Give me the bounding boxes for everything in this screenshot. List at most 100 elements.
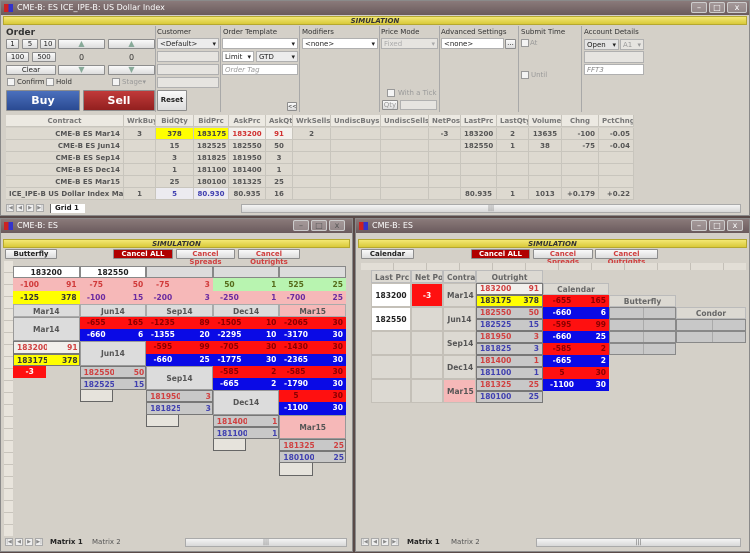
contract-row-label[interactable]: Mar14 xyxy=(13,317,80,342)
qty-1-button[interactable]: 1 xyxy=(6,39,19,49)
outright-bid-cell[interactable]: 181100 1 xyxy=(476,367,543,379)
tab-matrix-2[interactable]: Matrix 2 xyxy=(451,538,480,547)
calendar-ask-cell[interactable]: 5 30 xyxy=(543,367,609,379)
prev-tab-icon[interactable]: ◀ xyxy=(16,204,24,212)
column-header[interactable]: Outright xyxy=(476,270,543,283)
contract-cell[interactable]: CME-B ES Jun14 xyxy=(6,140,124,152)
reset-button[interactable]: Reset xyxy=(157,90,187,111)
order-type-dropdown[interactable]: Limit xyxy=(222,51,254,62)
butterfly-cell[interactable] xyxy=(609,331,676,343)
account-state-dropdown[interactable]: Open xyxy=(584,39,619,50)
column-header[interactable]: BidQty xyxy=(156,115,194,127)
order-template-dropdown[interactable] xyxy=(222,38,298,49)
order-entry-box[interactable] xyxy=(79,390,113,403)
column-header[interactable]: Volume xyxy=(529,115,562,127)
tab-matrix-1[interactable]: Matrix 1 xyxy=(50,538,83,547)
first-tab-icon[interactable]: |◀ xyxy=(5,538,13,546)
grid-horizontal-scrollbar[interactable]: ||| xyxy=(241,204,741,213)
contract-cell[interactable]: CME-B ES Mar15 xyxy=(6,176,124,188)
tab-matrix-2[interactable]: Matrix 2 xyxy=(92,538,121,547)
outright-bid-cell[interactable]: 181825 3 xyxy=(476,343,543,355)
calendar-ask-cell[interactable]: -655 165 xyxy=(543,295,609,307)
maximize-icon[interactable]: □ xyxy=(709,2,725,13)
first-tab-icon[interactable]: |◀ xyxy=(361,538,369,546)
condor-cell[interactable] xyxy=(676,319,746,331)
prev-tab-icon[interactable]: ◀ xyxy=(15,538,23,546)
qty-10-button[interactable]: 10 xyxy=(40,39,56,49)
contract-column-header[interactable]: Mar14 xyxy=(13,304,80,317)
stage-dropdown[interactable]: Stage xyxy=(122,78,148,86)
column-header[interactable]: WrkSells xyxy=(293,115,331,127)
butterfly-cell[interactable] xyxy=(609,307,676,319)
contract-cell[interactable]: CME-B ES Mar14 xyxy=(6,128,124,140)
last-tab-icon[interactable]: ▶| xyxy=(35,538,43,546)
minimize-icon[interactable]: – xyxy=(691,2,707,13)
sell-button[interactable]: Sell xyxy=(83,90,155,111)
column-header[interactable]: Chng xyxy=(562,115,599,127)
price-spinner-value[interactable]: 0 xyxy=(79,53,84,62)
outright-ask-cell[interactable]: 182550 50 xyxy=(476,307,543,319)
qty-100-button[interactable]: 100 xyxy=(6,52,29,62)
column-header[interactable]: AskPrc xyxy=(229,115,266,127)
customer-field-3[interactable] xyxy=(157,64,219,75)
next-tab-icon[interactable]: ▶ xyxy=(381,538,389,546)
advanced-settings-browse-button[interactable]: ... xyxy=(505,39,516,49)
outright-bid-cell[interactable]: 182525 15 xyxy=(476,319,543,331)
order-entry-box[interactable] xyxy=(146,414,180,427)
collapse-button[interactable]: << xyxy=(287,102,297,111)
tick-qty-spinner[interactable] xyxy=(400,100,437,110)
contract-row-label[interactable]: Sep14 xyxy=(146,365,213,391)
qty-spinner-value[interactable]: 0 xyxy=(129,53,134,62)
column-header[interactable]: LastQty xyxy=(497,115,529,127)
calendar-bid-cell[interactable]: -660 6 xyxy=(543,307,609,319)
time-in-force-dropdown[interactable]: GTD xyxy=(256,51,298,62)
column-header[interactable]: Last Prc xyxy=(371,270,411,283)
outright-ask-cell[interactable]: 183200 91 xyxy=(476,283,543,295)
customer-field-2[interactable] xyxy=(157,51,219,62)
butterfly-cell[interactable] xyxy=(609,343,676,355)
next-tab-icon[interactable]: ▶ xyxy=(26,204,34,212)
column-header[interactable]: LastPrc xyxy=(461,115,497,127)
butterfly-cell[interactable] xyxy=(609,319,676,331)
hold-checkbox[interactable] xyxy=(46,78,54,86)
contract-column-header[interactable]: Sep14 xyxy=(146,304,213,317)
contract-row-label[interactable]: Mar15 xyxy=(443,379,476,403)
condor-cell[interactable] xyxy=(676,331,746,343)
contract-column-header[interactable]: Dec14 xyxy=(212,304,280,317)
tab-grid-1[interactable]: Grid 1 xyxy=(50,204,85,213)
order-entry-box[interactable] xyxy=(279,463,313,476)
submit-until-checkbox[interactable] xyxy=(521,71,529,79)
clear-button[interactable]: Clear xyxy=(6,65,56,75)
calendar-bid-cell[interactable]: -665 2 xyxy=(543,355,609,367)
customer-dropdown[interactable]: <Default> xyxy=(157,38,219,49)
stage-checkbox[interactable] xyxy=(112,78,120,86)
calendar-ask-cell[interactable]: -595 99 xyxy=(543,319,609,331)
with-a-tick-checkbox[interactable] xyxy=(387,89,395,97)
qty-500-button[interactable]: 500 xyxy=(32,52,56,62)
calendar-bid-cell[interactable]: -660 25 xyxy=(543,331,609,343)
next-tab-icon[interactable]: ▶ xyxy=(25,538,33,546)
column-header[interactable]: UndiscSells xyxy=(381,115,429,127)
last-tab-icon[interactable]: ▶| xyxy=(36,204,44,212)
first-tab-icon[interactable]: |◀ xyxy=(6,204,14,212)
price-up-arrow-icon[interactable]: ▲ xyxy=(58,39,105,49)
qty-5-button[interactable]: 5 xyxy=(22,39,38,49)
contract-row-label[interactable]: Jun14 xyxy=(443,307,476,331)
column-header[interactable]: UndiscBuys xyxy=(331,115,381,127)
contract-cell[interactable]: CME-B ES Sep14 xyxy=(6,152,124,164)
buy-button[interactable]: Buy xyxy=(6,90,80,111)
contract-row-label[interactable]: Sep14 xyxy=(443,331,476,355)
qty-mode-button[interactable]: Qty xyxy=(382,100,398,110)
advanced-settings-field[interactable]: <none> xyxy=(441,38,504,49)
outright-ask-cell[interactable]: 181325 25 xyxy=(476,379,543,391)
outright-ask-cell[interactable]: 181950 3 xyxy=(476,331,543,343)
contract-row-label[interactable]: Dec14 xyxy=(443,355,476,379)
outright-ask-cell[interactable]: 181400 1 xyxy=(476,355,543,367)
matrix-horizontal-scrollbar[interactable]: ||| xyxy=(536,538,741,547)
column-header[interactable]: BidPrc xyxy=(194,115,229,127)
condor-header[interactable]: Condor xyxy=(676,307,746,319)
price-mode-dropdown[interactable]: Fixed xyxy=(381,38,438,49)
contract-cell[interactable]: CME-B ES Dec14 xyxy=(6,164,124,176)
submit-at-checkbox[interactable] xyxy=(521,39,529,47)
matrix-horizontal-scrollbar[interactable]: ||| xyxy=(185,538,347,547)
